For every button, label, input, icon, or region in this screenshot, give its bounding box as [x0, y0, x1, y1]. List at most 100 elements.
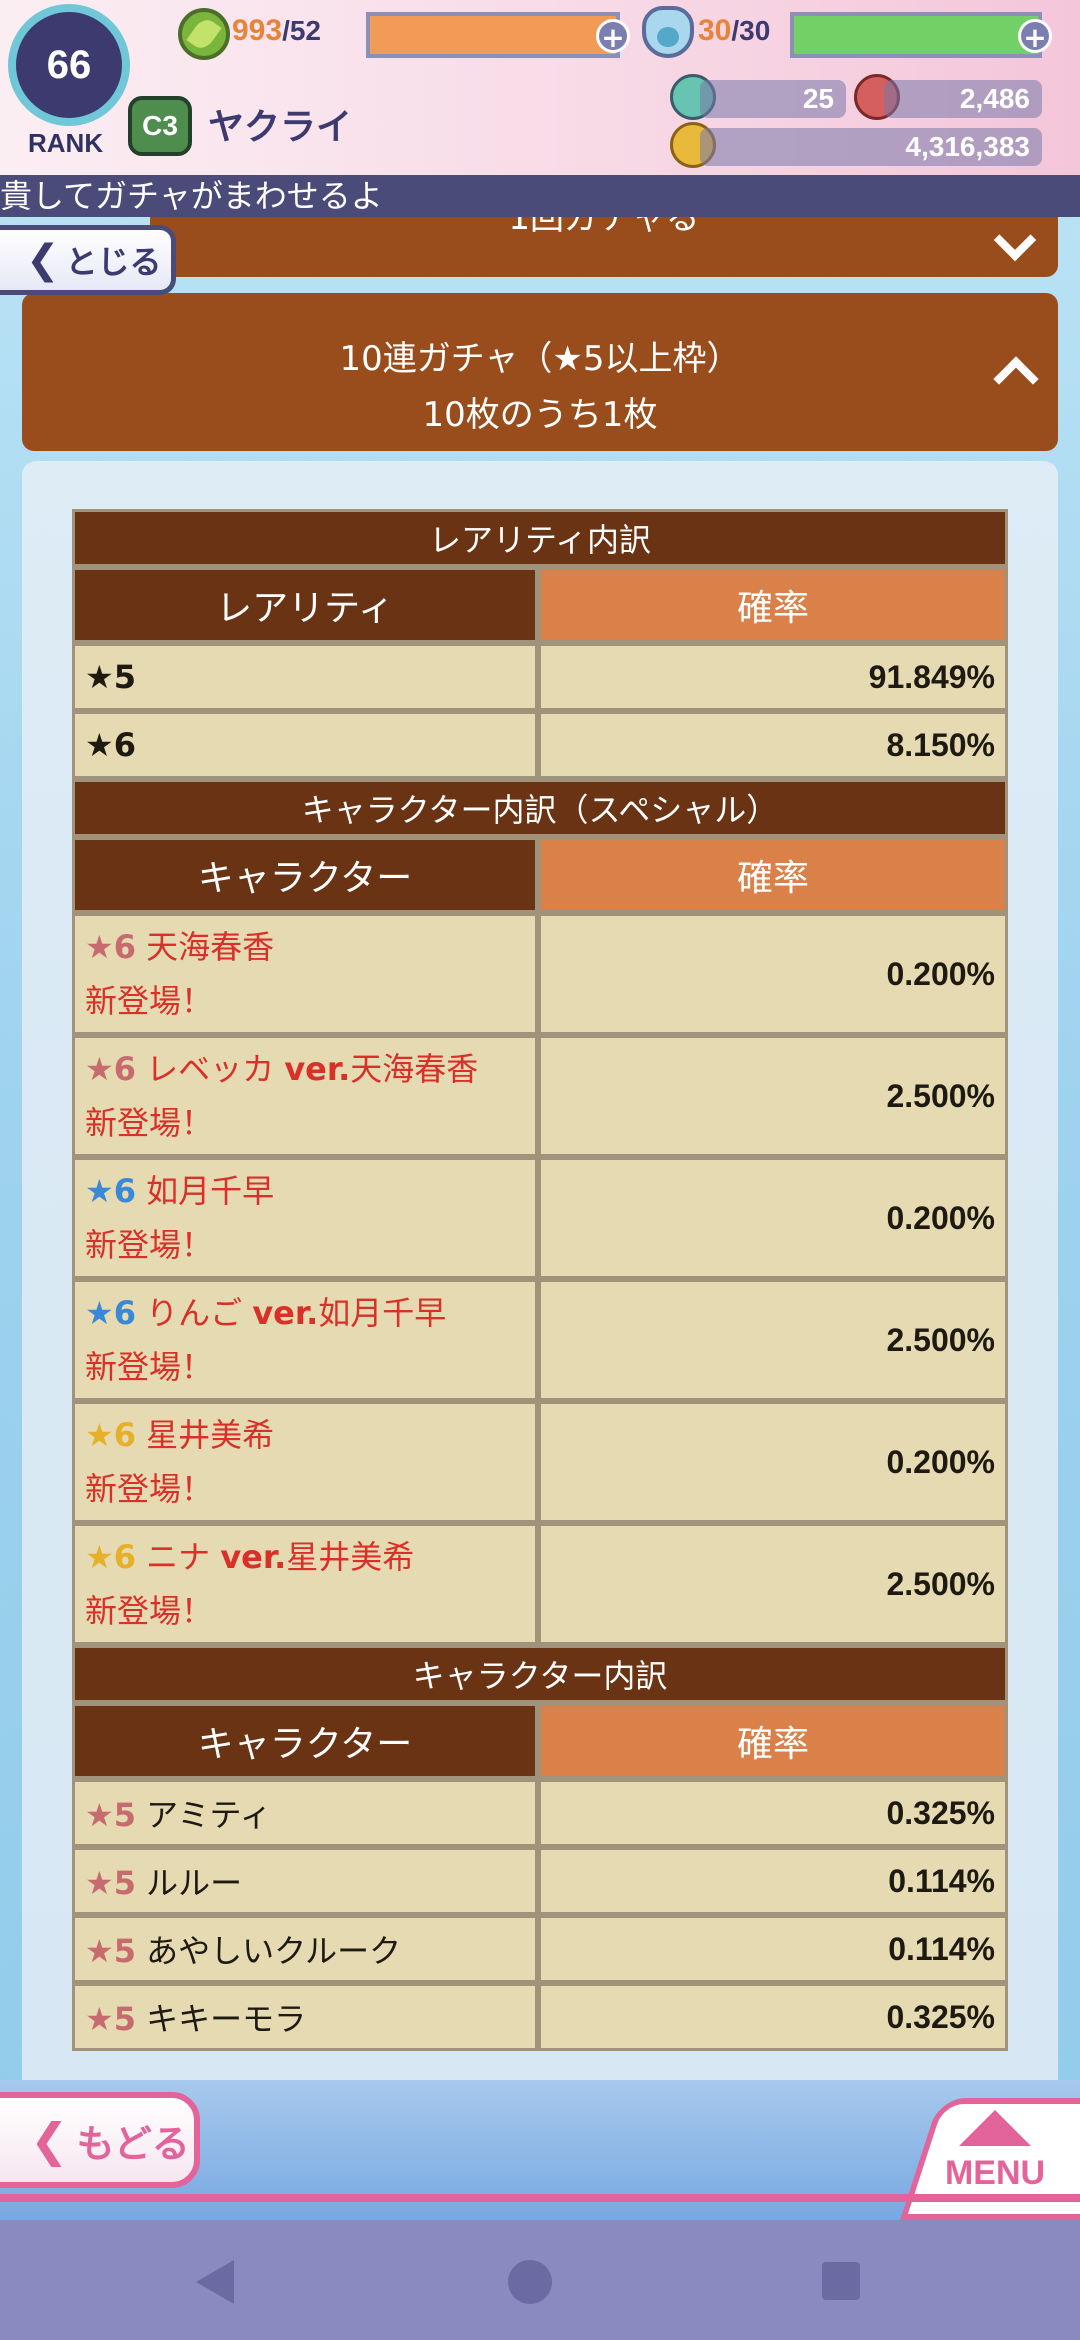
- rank-value: 66: [46, 42, 92, 87]
- rate-cell: 2.500%: [538, 1279, 1008, 1401]
- star-rarity: ★6: [85, 1050, 136, 1088]
- chevron-left-icon: ❮: [26, 237, 60, 283]
- rarity-column-header: レアリティ: [72, 567, 538, 643]
- character-cell: ★6 如月千早 新登場！: [72, 1157, 538, 1279]
- gacha-ten-title: 10連ガチャ（★5以上枠）: [339, 339, 741, 379]
- rate-cell: 0.325%: [538, 1983, 1008, 2051]
- stamina-current: 993: [232, 14, 283, 47]
- table-row: ★6 天海春香 新登場！ 0.200%: [72, 913, 1008, 1035]
- character-name: ★6 レベッカ ver.天海春香: [85, 1042, 525, 1096]
- gacha-single-header[interactable]: 1回ガチャる: [150, 217, 1058, 277]
- rank-badge: C3: [128, 96, 192, 156]
- rank-circle: 66: [8, 4, 130, 126]
- character-name: ★6 星井美希: [85, 1408, 525, 1462]
- character-version: ver.: [284, 1050, 351, 1088]
- table-row: ★5 あやしいクルーク 0.114%: [72, 1915, 1008, 1983]
- new-badge: 新登場！: [85, 982, 214, 1020]
- character-section-title: キャラクター内訳: [72, 1645, 1008, 1703]
- stamina-bar: +: [366, 12, 630, 58]
- rate-cell: 0.325%: [538, 1779, 1008, 1847]
- character-name: ★6 如月千早: [85, 1164, 525, 1218]
- star-rarity: ★5: [85, 1932, 136, 1970]
- character-name-prefix: 星井美希: [146, 1416, 275, 1454]
- rate-cell: 8.150%: [538, 711, 1008, 779]
- divider: [0, 2194, 1080, 2202]
- table-row: ★6 如月千早 新登場！ 0.200%: [72, 1157, 1008, 1279]
- rank-label: RANK: [28, 128, 104, 158]
- potion-icon: [642, 6, 694, 58]
- rate-table: レアリティ内訳 レアリティ 確率 ★5 91.849% ★6 8.150% キャ…: [72, 509, 1008, 2051]
- star-rarity: ★6: [85, 928, 136, 966]
- potion-plus-button[interactable]: +: [1018, 19, 1052, 54]
- table-row: ★6 星井美希 新登場！ 0.200%: [72, 1401, 1008, 1523]
- up-arrow-icon: [959, 2110, 1031, 2146]
- nav-recent-apps-icon[interactable]: [822, 2262, 860, 2300]
- stamina-bar-fill: [370, 16, 616, 54]
- rate-cell: 0.200%: [538, 913, 1008, 1035]
- back-button[interactable]: ❮ もどる: [0, 2092, 200, 2188]
- table-row: ★6 りんご ver.如月千早新登場！ 2.500%: [72, 1279, 1008, 1401]
- close-label: とじる: [65, 243, 162, 281]
- character-cell: ★6 ニナ ver.星井美希 新登場！: [72, 1523, 538, 1645]
- character-name-suffix: 天海春香: [350, 1050, 479, 1088]
- new-badge: 新登場！: [85, 1104, 214, 1142]
- rarity-cell: ★5: [72, 643, 538, 711]
- gacha-ten-header[interactable]: 10連ガチャ（★5以上枠） 10枚のうち1枚: [22, 293, 1058, 451]
- gacha-ten-subtitle: 10枚のうち1枚: [422, 395, 658, 435]
- star-rarity: ★6: [85, 1294, 136, 1332]
- leaf-icon: [178, 8, 230, 60]
- star-rarity: ★5: [85, 1864, 136, 1902]
- table-row: ★5 キキーモラ 0.325%: [72, 1983, 1008, 2051]
- coin-count: 4,316,383: [700, 128, 1042, 166]
- character-column-header: キャラクター: [72, 1703, 538, 1779]
- rarity-section-title: レアリティ内訳: [72, 509, 1008, 567]
- nav-back-icon[interactable]: [196, 2260, 234, 2304]
- character-name: ★6 ニナ ver.星井美希: [85, 1530, 525, 1584]
- character-version: ver.: [220, 1538, 287, 1576]
- status-bar: 66 RANK 993/52 + 30/30 + C3 ヤクライ 25 2,48…: [0, 0, 1080, 175]
- character-cell: ★6 天海春香新登場！: [72, 913, 538, 1035]
- character-name-suffix: 星井美希: [286, 1538, 415, 1576]
- android-nav-bar: [0, 2220, 1080, 2340]
- close-button[interactable]: ❮ とじる: [0, 225, 176, 295]
- new-badge: 新登場！: [85, 1348, 214, 1386]
- table-row: ★5 アミティ 0.325%: [72, 1779, 1008, 1847]
- ruby-count: 2,486: [884, 80, 1042, 118]
- rate-cell: 2.500%: [538, 1035, 1008, 1157]
- rate-cell: 0.200%: [538, 1401, 1008, 1523]
- rate-cell: 0.114%: [538, 1847, 1008, 1915]
- character-name-suffix: 如月千早: [318, 1294, 447, 1332]
- character-name: アミティ: [146, 1796, 272, 1834]
- potion-bar-fill: [794, 16, 1038, 54]
- news-ticker: 貴してガチャがまわせるよ: [0, 175, 1080, 217]
- potion-bar: +: [790, 12, 1052, 58]
- table-row: ★6 ニナ ver.星井美希 新登場！ 2.500%: [72, 1523, 1008, 1645]
- chevron-left-icon: ❮: [30, 2113, 69, 2167]
- character-cell: ★5 キキーモラ: [72, 1983, 538, 2051]
- star-rarity: ★5: [85, 1796, 136, 1834]
- table-row: ★5 ルルー 0.114%: [72, 1847, 1008, 1915]
- player-name: ヤクライ: [208, 107, 353, 148]
- rate-cell: 91.849%: [538, 643, 1008, 711]
- potion-current: 30: [698, 14, 732, 47]
- character-cell: ★6 星井美希 新登場！: [72, 1401, 538, 1523]
- rate-cell: 0.114%: [538, 1915, 1008, 1983]
- character-name-prefix: 如月千早: [146, 1172, 275, 1210]
- character-name: ★6 りんご ver.如月千早: [85, 1286, 525, 1340]
- character-version: ver.: [252, 1294, 319, 1332]
- character-name-prefix: 天海春香: [146, 928, 275, 966]
- rate-cell: 0.200%: [538, 1157, 1008, 1279]
- table-row: ★6 8.150%: [72, 711, 1008, 779]
- stamina-plus-button[interactable]: +: [596, 19, 630, 54]
- gem-count: 25: [700, 80, 846, 118]
- gacha-single-label: 1回ガチャる: [508, 217, 700, 238]
- star-rarity: ★5: [85, 2000, 136, 2038]
- star-rarity: ★6: [85, 1172, 136, 1210]
- star-rarity: ★6: [85, 1416, 136, 1454]
- character-name-prefix: ニナ: [146, 1538, 221, 1576]
- character-name-prefix: りんご: [146, 1294, 253, 1332]
- nav-home-icon[interactable]: [508, 2260, 552, 2304]
- character-cell: ★5 ルルー: [72, 1847, 538, 1915]
- character-name-prefix: レベッカ: [146, 1050, 285, 1088]
- back-label: もどる: [76, 2121, 190, 2166]
